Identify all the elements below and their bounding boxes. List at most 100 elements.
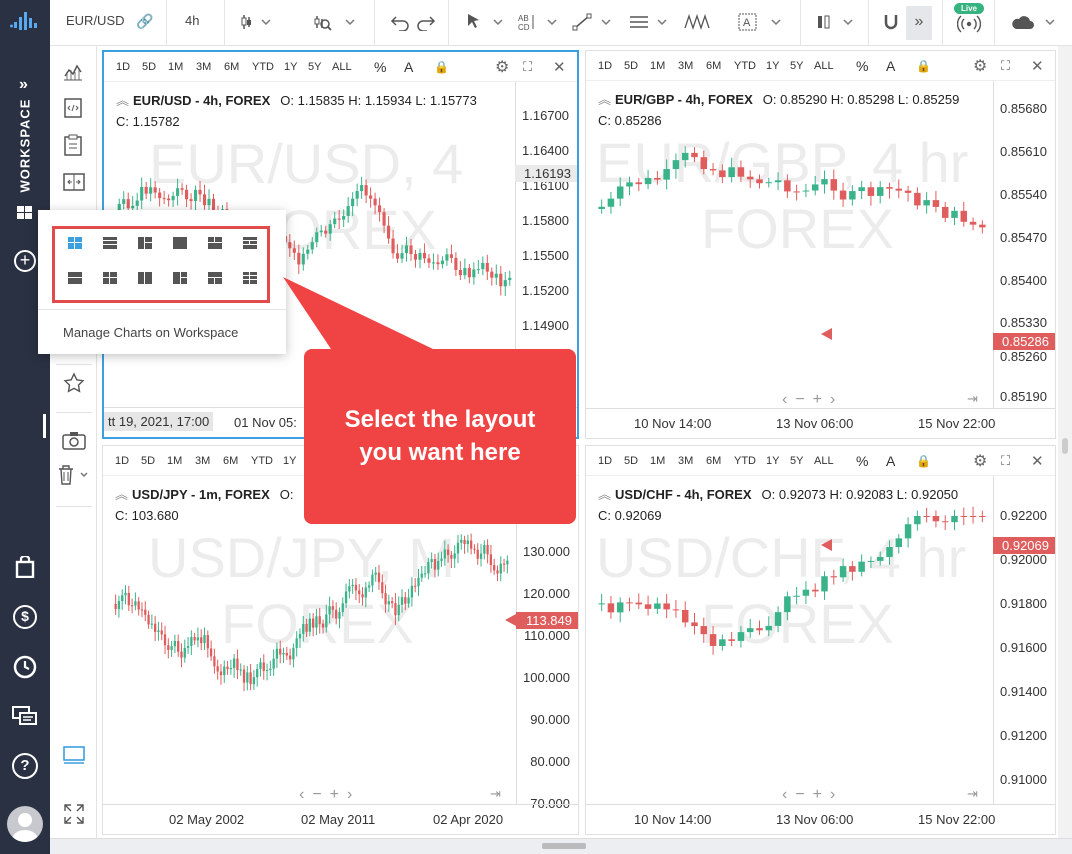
layout-option-icon[interactable] bbox=[68, 237, 82, 249]
close-chart-icon[interactable]: ✕ bbox=[1031, 57, 1044, 75]
annotation-tool-icon[interactable]: A bbox=[738, 13, 786, 34]
layout-option-icon[interactable] bbox=[103, 272, 117, 284]
price-axis[interactable]: 0.85680 0.85610 0.85540 0.85470 0.85400 0.853… bbox=[993, 81, 1055, 408]
interval-selector[interactable]: 4h bbox=[185, 13, 199, 28]
timeframe-6m[interactable]: 6M bbox=[223, 455, 238, 467]
fib-tool-icon[interactable] bbox=[628, 13, 670, 34]
zoom-out-icon[interactable]: − bbox=[312, 786, 329, 803]
timeframe-ytd[interactable]: YTD bbox=[734, 60, 756, 72]
timeframe-6m[interactable]: 6M bbox=[224, 61, 239, 73]
timeframe-5d[interactable]: 5D bbox=[141, 455, 155, 467]
timeframe-3m[interactable]: 3M bbox=[678, 60, 693, 72]
timeframe-ytd[interactable]: YTD bbox=[734, 455, 756, 467]
timeframe-1d[interactable]: 1D bbox=[115, 455, 129, 467]
symbol-selector[interactable]: EUR/USD bbox=[66, 13, 125, 28]
reset-scroll-icon[interactable]: ⇥ bbox=[967, 786, 986, 802]
zoom-in-icon[interactable]: + bbox=[813, 786, 830, 803]
camera-icon[interactable] bbox=[62, 430, 86, 452]
collapse-legend-icon[interactable]: ︽ bbox=[116, 93, 129, 108]
layout-option-icon[interactable] bbox=[103, 237, 117, 249]
lock-scale-icon[interactable]: 🔒 bbox=[434, 60, 449, 74]
zoom-out-icon[interactable]: − bbox=[795, 391, 812, 408]
scroll-right-icon[interactable]: › bbox=[830, 391, 843, 408]
settings-gear-icon[interactable]: ⚙ bbox=[973, 56, 987, 76]
timeframe-1d[interactable]: 1D bbox=[598, 60, 612, 72]
scroll-left-icon[interactable]: ‹ bbox=[299, 786, 312, 803]
percent-scale-icon[interactable]: % bbox=[374, 59, 386, 75]
chart-panel-eurgbp[interactable]: 1D 5D 1M 3M 6M YTD 1Y 5Y ALL% A 🔒 ⚙ ⛶ ✕ EUR/GBP, 4 hr F… bbox=[585, 50, 1056, 439]
layout-option-icon[interactable] bbox=[138, 237, 152, 249]
timeframe-1m[interactable]: 1M bbox=[167, 455, 182, 467]
indicators-icon[interactable] bbox=[314, 13, 358, 34]
price-axis[interactable]: 0.92200 0.92000 0.91800 0.91600 0.91400 0.912… bbox=[993, 476, 1055, 804]
settings-gear-icon[interactable]: ⚙ bbox=[495, 57, 509, 77]
workspace-grid-icon[interactable] bbox=[17, 206, 32, 219]
chart-symbol-title[interactable]: EUR/GBP - 4h, FOREX bbox=[615, 92, 753, 107]
scroll-left-icon[interactable]: ‹ bbox=[782, 786, 795, 803]
app-logo[interactable] bbox=[10, 8, 40, 34]
workspace-scrollbar[interactable] bbox=[1058, 46, 1072, 838]
collapse-legend-icon[interactable]: ︽ bbox=[598, 487, 611, 502]
timeframe-5y[interactable]: 5Y bbox=[790, 60, 803, 72]
more-tools-button[interactable]: » bbox=[906, 6, 932, 40]
clock-icon[interactable] bbox=[13, 655, 37, 679]
timeframe-1y[interactable]: 1Y bbox=[284, 61, 297, 73]
timeframe-1y[interactable]: 1Y bbox=[766, 455, 779, 467]
indicator-chart-icon[interactable] bbox=[62, 62, 84, 84]
trash-icon[interactable] bbox=[56, 464, 92, 488]
layout-option-icon[interactable] bbox=[208, 237, 222, 249]
maximize-icon[interactable]: ⛶ bbox=[1001, 453, 1010, 469]
timeframe-1d[interactable]: 1D bbox=[598, 455, 612, 467]
timeframe-5d[interactable]: 5D bbox=[624, 455, 638, 467]
lock-scale-icon[interactable]: 🔒 bbox=[916, 454, 931, 468]
timeframe-ytd[interactable]: YTD bbox=[251, 455, 273, 467]
layout-option-icon[interactable] bbox=[208, 272, 222, 284]
shopping-bag-icon[interactable] bbox=[15, 554, 35, 579]
timeframe-3m[interactable]: 3M bbox=[196, 61, 211, 73]
text-tool-icon[interactable]: AB CD bbox=[518, 13, 560, 34]
collapse-legend-icon[interactable]: ︽ bbox=[115, 487, 128, 502]
manage-charts-link[interactable]: Manage Charts on Workspace bbox=[63, 325, 238, 340]
zoom-in-icon[interactable]: + bbox=[330, 786, 347, 803]
dollar-icon[interactable]: $ bbox=[13, 605, 37, 629]
script-editor-icon[interactable] bbox=[64, 98, 82, 120]
settings-gear-icon[interactable]: ⚙ bbox=[973, 451, 987, 471]
auto-scale-icon[interactable]: A bbox=[404, 59, 413, 75]
layout-option-icon[interactable] bbox=[138, 272, 152, 284]
reset-scroll-icon[interactable]: ⇥ bbox=[967, 391, 986, 407]
percent-scale-icon[interactable]: % bbox=[856, 453, 868, 469]
timeframe-5y[interactable]: 5Y bbox=[308, 61, 321, 73]
time-axis[interactable]: 10 Nov 14:00 13 Nov 06:00 15 Nov 22:00 bbox=[586, 408, 1055, 438]
timeframe-1m[interactable]: 1M bbox=[650, 455, 665, 467]
collapse-legend-icon[interactable]: ︽ bbox=[598, 92, 611, 107]
zoom-out-icon[interactable]: − bbox=[795, 786, 812, 803]
timeframe-5y[interactable]: 5Y bbox=[790, 455, 803, 467]
redo-icon[interactable] bbox=[414, 13, 436, 34]
timeframe-1y[interactable]: 1Y bbox=[766, 60, 779, 72]
line-tool-icon[interactable] bbox=[572, 13, 614, 34]
clipboard-icon[interactable] bbox=[64, 134, 82, 158]
scroll-left-icon[interactable]: ‹ bbox=[782, 391, 795, 408]
zoom-in-icon[interactable]: + bbox=[813, 391, 830, 408]
timeframe-all[interactable]: ALL bbox=[814, 60, 834, 72]
screen-mode-icon[interactable] bbox=[63, 746, 85, 766]
layout-option-icon[interactable] bbox=[68, 272, 82, 284]
auto-scale-icon[interactable]: A bbox=[886, 453, 895, 469]
timeframe-1y[interactable]: 1Y bbox=[283, 455, 296, 467]
layout-option-icon[interactable] bbox=[173, 272, 187, 284]
price-axis[interactable]: 130.000 120.000 110.000 100.000 90.000 80.000… bbox=[516, 476, 578, 811]
timeframe-1d[interactable]: 1D bbox=[116, 61, 130, 73]
chart-symbol-title[interactable]: USD/JPY - 1m, FOREX bbox=[132, 487, 270, 502]
workspace-label[interactable]: WORKSPACE bbox=[18, 99, 33, 193]
add-workspace-icon[interactable]: + bbox=[14, 250, 36, 272]
chat-icon[interactable] bbox=[12, 705, 38, 727]
auto-scale-icon[interactable]: A bbox=[886, 58, 895, 74]
timeframe-1m[interactable]: 1M bbox=[168, 61, 183, 73]
chart-style-icon[interactable] bbox=[816, 13, 856, 34]
timeframe-ytd[interactable]: YTD bbox=[252, 61, 274, 73]
chart-symbol-title[interactable]: EUR/USD - 4h, FOREX bbox=[133, 93, 270, 108]
reset-scroll-icon[interactable]: ⇥ bbox=[490, 786, 509, 802]
timeframe-5d[interactable]: 5D bbox=[624, 60, 638, 72]
pattern-tool-icon[interactable] bbox=[684, 13, 714, 34]
cloud-save-icon[interactable] bbox=[1010, 13, 1058, 34]
